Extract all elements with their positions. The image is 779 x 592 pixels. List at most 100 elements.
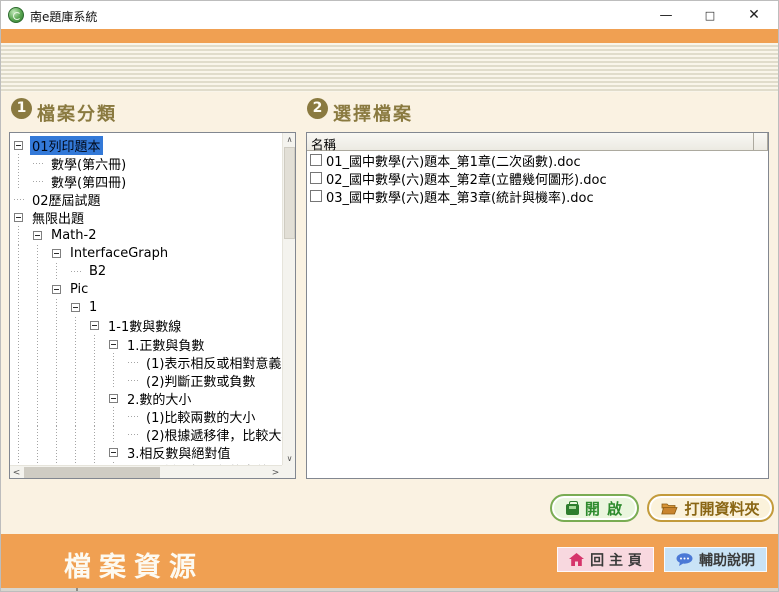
tree-node-label[interactable]: 1.正數與負數 (125, 335, 206, 354)
tree-indent-line (90, 426, 109, 444)
tree-indent-line (14, 317, 33, 335)
tree-expander-slot (109, 448, 122, 457)
tree-node-label[interactable]: B2 (87, 264, 108, 279)
collapse-minus-icon[interactable] (109, 448, 118, 457)
column-header-name[interactable]: 名稱 (307, 133, 754, 151)
tree-node[interactable]: 1.正數與負數 (14, 335, 282, 353)
tree-indent-line (71, 371, 90, 389)
tree-node[interactable]: Math-2 (14, 226, 282, 244)
tree-node[interactable]: (1)比較兩數的大小 (14, 407, 282, 425)
step-2-badge: 2 (307, 98, 328, 119)
file-list-panel: 名稱 01_國中數學(六)題本_第1章(二次函數).doc02_國中數學(六)題… (306, 132, 769, 479)
tree-indent-line (109, 407, 128, 425)
tree-indent-line (33, 281, 52, 299)
tree-node[interactable]: InterfaceGraph (14, 245, 282, 263)
tree-node-label[interactable]: 3.相反數與絕對值 (125, 443, 232, 462)
tree-indent-line (52, 371, 71, 389)
tree-indent-line (14, 389, 33, 407)
home-button[interactable]: 回 主 頁 (557, 547, 654, 572)
tree-vertical-scrollbar[interactable]: ∧ ∨ (282, 133, 295, 465)
collapse-minus-icon[interactable] (14, 213, 23, 222)
tree-connector-line (14, 199, 24, 200)
file-row[interactable]: 01_國中數學(六)題本_第1章(二次函數).doc (307, 151, 768, 169)
tree-node[interactable]: 無限出題 (14, 208, 282, 226)
tree-node[interactable]: 數學(第六冊) (14, 154, 282, 172)
collapse-minus-icon[interactable] (109, 340, 118, 349)
close-button[interactable]: ✕ (737, 1, 771, 29)
tree-node[interactable]: 3.相反數與絕對值 (14, 444, 282, 462)
tree-node[interactable]: B2 (14, 263, 282, 281)
vertical-scroll-thumb[interactable] (284, 147, 295, 239)
app-icon (8, 7, 24, 23)
tree-node[interactable]: 數學(第四冊) (14, 172, 282, 190)
tree-indent-line (14, 426, 33, 444)
tree-expander-slot (14, 213, 27, 222)
tree-node[interactable]: 02歷屆試題 (14, 190, 282, 208)
tree-node-label[interactable]: (2)根據遞移律，比較大小 (144, 425, 282, 444)
tree-node-label[interactable]: (2)判斷正數或負數 (144, 371, 257, 390)
tree-indent-line (109, 426, 128, 444)
tree-expander-slot (109, 340, 122, 349)
file-checkbox[interactable] (310, 172, 322, 184)
file-checkbox[interactable] (310, 190, 322, 202)
tree-node[interactable]: 1 (14, 299, 282, 317)
horizontal-scroll-thumb[interactable] (24, 467, 160, 478)
title-bar: 南e題庫系統 — □ ✕ (1, 1, 778, 29)
collapse-minus-icon[interactable] (71, 303, 80, 312)
tree-connector-slot (128, 416, 141, 417)
collapse-minus-icon[interactable] (14, 141, 23, 150)
tree-indent-line (14, 281, 33, 299)
collapse-minus-icon[interactable] (52, 285, 61, 294)
striped-band (1, 43, 778, 92)
collapse-minus-icon[interactable] (52, 249, 61, 258)
file-checkbox[interactable] (310, 154, 322, 166)
collapse-minus-icon[interactable] (33, 231, 42, 240)
tree-horizontal-scrollbar[interactable]: < > (10, 465, 282, 478)
tree-node-label[interactable]: 數學(第六冊) (49, 154, 128, 173)
file-row[interactable]: 02_國中數學(六)題本_第2章(立體幾何圖形).doc (307, 169, 768, 187)
tree-node[interactable]: 01列印題本 (14, 136, 282, 154)
tree-indent-line (52, 299, 71, 317)
tree-node-label[interactable]: (1)表示相反或相對意義 (144, 353, 282, 372)
tree-node[interactable]: (2)判斷正數或負數 (14, 371, 282, 389)
scroll-up-icon[interactable]: ∧ (283, 133, 296, 146)
tree-node-label[interactable]: 數學(第四冊) (49, 172, 128, 191)
tree-node-label[interactable]: 無限出題 (30, 208, 86, 227)
tree-node-label[interactable]: Pic (68, 282, 90, 297)
scroll-down-icon[interactable]: ∨ (283, 452, 296, 465)
scroll-right-icon[interactable]: > (269, 466, 282, 479)
tree-indent-line (71, 426, 90, 444)
tree-node[interactable]: 1-1數與數線 (14, 317, 282, 335)
maximize-button[interactable]: □ (693, 1, 727, 29)
tree-node[interactable]: (1)表示相反或相對意義 (14, 353, 282, 371)
collapse-minus-icon[interactable] (109, 394, 118, 403)
tree-node-label[interactable]: (1)比較兩數的大小 (144, 407, 257, 426)
tree-node-label[interactable]: 01列印題本 (30, 136, 103, 155)
tree-node[interactable]: (2)根據遞移律，比較大小 (14, 426, 282, 444)
tree-indent-line (14, 444, 33, 462)
help-button[interactable]: 輔助說明 (664, 547, 767, 572)
footer-title: 檔案資源 (64, 545, 204, 584)
tree-node[interactable]: 2.數的大小 (14, 389, 282, 407)
tree-indent-line (52, 407, 71, 425)
tree-indent-line (14, 226, 33, 244)
tree-connector-line (128, 416, 138, 417)
tree-node-label[interactable]: 02歷屆試題 (30, 190, 103, 209)
file-row[interactable]: 03_國中數學(六)題本_第3章(統計與機率).doc (307, 187, 768, 205)
tree-node-label[interactable]: 1 (87, 300, 99, 315)
tree-indent-line (33, 263, 52, 281)
tree-node[interactable]: Pic (14, 281, 282, 299)
tree-node-label[interactable]: 1-1數與數線 (106, 316, 183, 335)
tree-node-label[interactable]: InterfaceGraph (68, 246, 170, 261)
minimize-button[interactable]: — (649, 1, 683, 29)
grip-line (76, 588, 78, 592)
tree-node-label[interactable]: 2.數的大小 (125, 389, 193, 408)
open-button-label: 開 啟 (585, 498, 623, 519)
open-button[interactable]: 開 啟 (550, 494, 639, 522)
tree-node-label[interactable]: Math-2 (49, 228, 98, 243)
scroll-left-icon[interactable]: < (10, 466, 23, 479)
collapse-minus-icon[interactable] (90, 321, 99, 330)
tree-connector-slot (71, 271, 84, 272)
open-folder-button[interactable]: 打開資料夾 (647, 494, 774, 522)
tree-connector-slot (33, 163, 46, 164)
